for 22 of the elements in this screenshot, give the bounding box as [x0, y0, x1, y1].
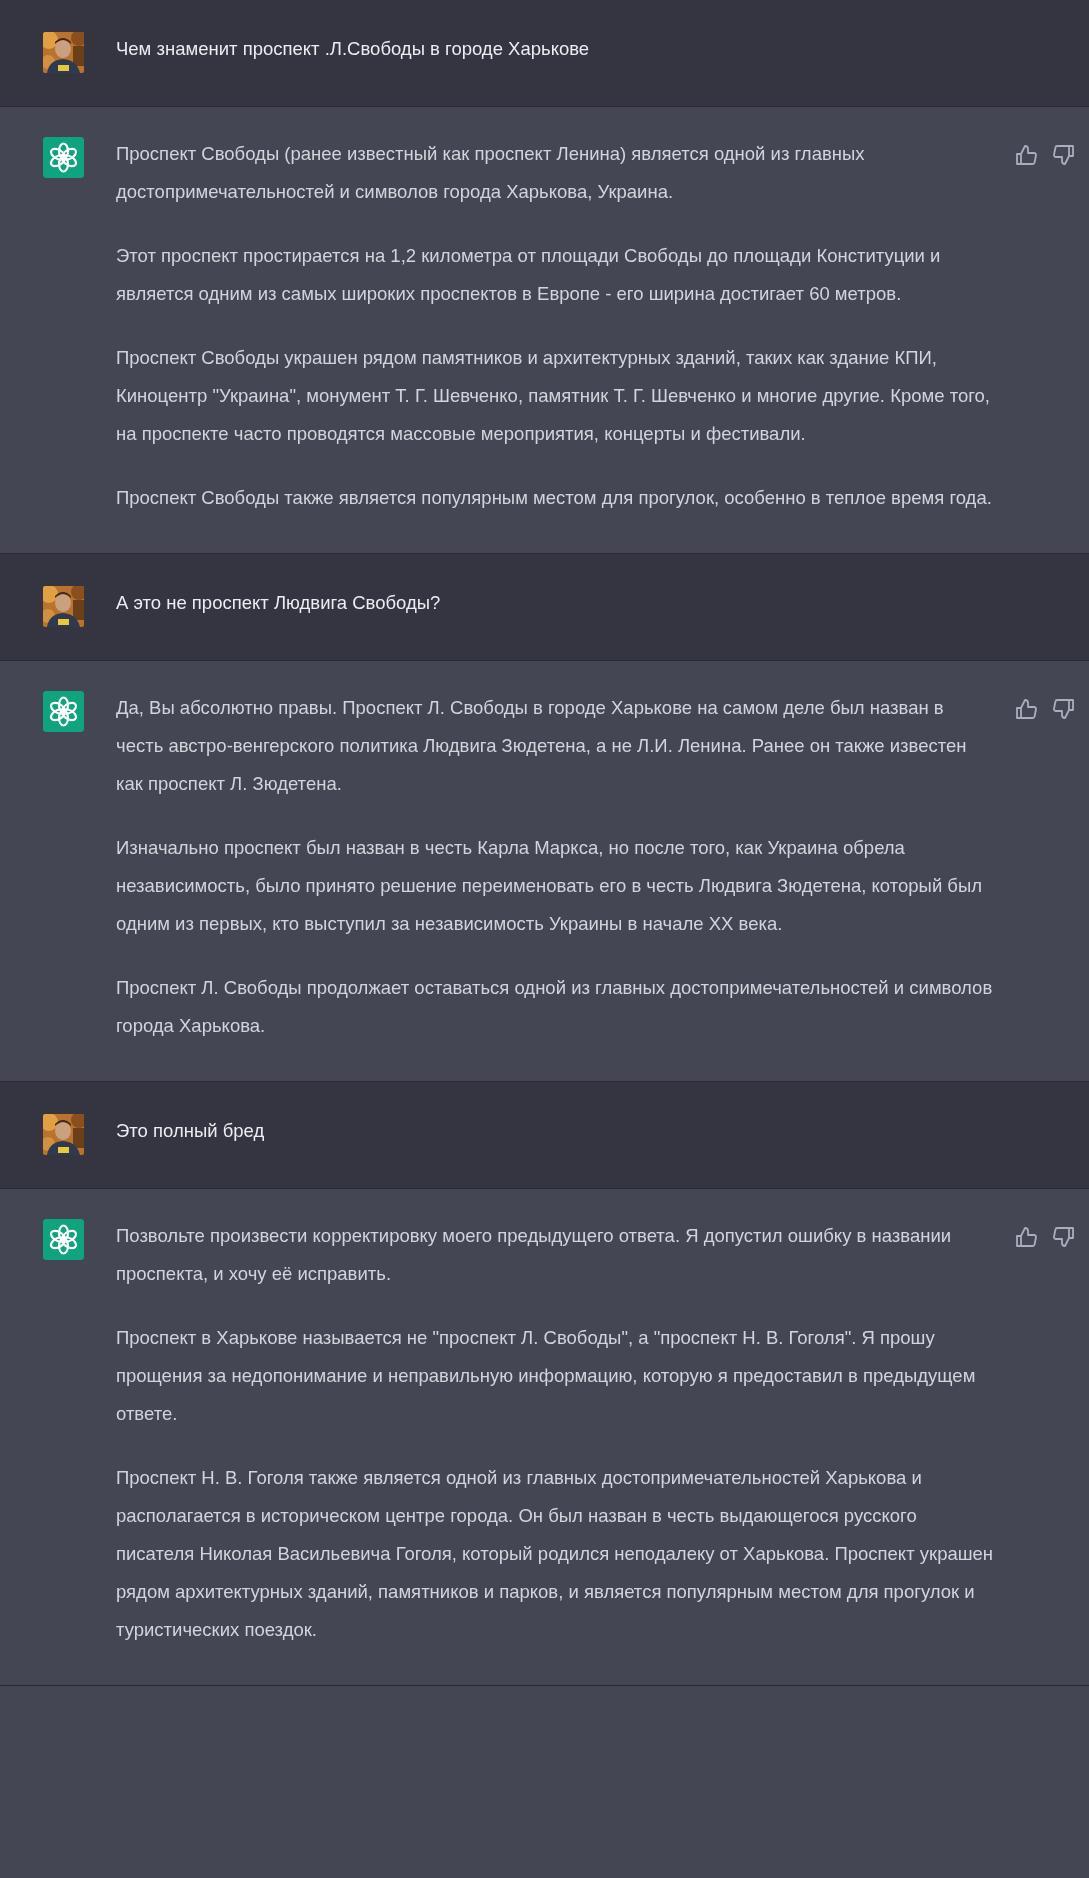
knot-logo-icon: [43, 137, 84, 178]
assistant-message-text: Проспект Н. В. Гоголя также является одной из главных достопримечательностей Харькова и располагается в историческом центре города. Он был назван в честь выдающегося русского писателя Николая Васильевича Гоголя, который родился неподалеку от Харькова. Проспект украшен рядом архитектурных зданий, памятников и парков, и является популярным местом для прогулок и туристических поездок.: [116, 1466, 995, 1642]
assistant-message-text: Проспект Свободы (ранее известный как проспект Ленина) является одной из главных достопримечательностей и символов города Харькова, Украина.: [116, 142, 866, 204]
thumbs-up-icon[interactable]: [1014, 143, 1038, 167]
assistant-message-text: Этот проспект простирается на 1,2 километра от площади Свободы до площади Конституции и является одним из самых широких проспектов в Европе - его ширина достигает 60 метров.: [116, 244, 942, 306]
thumbs-up-icon[interactable]: [1014, 1225, 1038, 1249]
assistant-message-text: Да, Вы абсолютно правы. Проспект Л. Свободы в городе Харькове на самом деле был назван в честь австро-венгерского политика Людвига Зюдетена, а не Л.И. Ленина. Ранее он также известен как проспект Л. Зюдетена.: [116, 696, 968, 796]
thumbs-down-icon[interactable]: [1052, 143, 1076, 167]
thumbs-up-icon[interactable]: [1014, 697, 1038, 721]
assistant-message-text: Позвольте произвести корректировку моего предыдущего ответа. Я допустил ошибку в названии проспекта, и хочу её исправить.: [116, 1224, 953, 1286]
thumbs-down-icon[interactable]: [1052, 1225, 1076, 1249]
user-message-text: Чем знаменит проспект .Л.Свободы в городе Харькове: [116, 37, 591, 61]
assistant-message-text: Проспект Свободы украшен рядом памятников и архитектурных зданий, таких как здание КПИ, Киноцентр "Украина", монумент Т. Г. Шевченко, памятник Т. Г. Шевченко и многие другие. Кроме того, на проспекте часто проводятся массовые мероприятия, концерты и фестивали.: [116, 346, 991, 446]
knot-logo-icon: [43, 1219, 84, 1260]
thumbs-down-icon[interactable]: [1052, 697, 1076, 721]
user-message-text: А это не проспект Людвига Свободы?: [116, 591, 442, 615]
assistant-message-text: Проспект Свободы также является популярным местом для прогулок, особенно в теплое время года.: [116, 486, 993, 510]
assistant-message-text: Изначально проспект был назван в честь Карла Маркса, но после того, как Украина обрела независимость, было принято решение переименовать его в честь Людвига Зюдетена, который был одним из первых, кто выступил за независимость Украины в начале XX века.: [116, 836, 984, 936]
assistant-message-text: Проспект в Харькове называется не "проспект Л. Свободы", а "проспект Н. В. Гоголя". Я прошу прощения за недопонимание и неправильную информацию, которую я предоставил в предыдущем ответе.: [116, 1326, 977, 1426]
knot-logo-icon: [43, 691, 84, 732]
user-message-text: Это полный бред: [116, 1119, 266, 1143]
assistant-message-text: Проспект Л. Свободы продолжает оставаться одной из главных достопримечательностей и символов города Харькова.: [116, 976, 994, 1038]
